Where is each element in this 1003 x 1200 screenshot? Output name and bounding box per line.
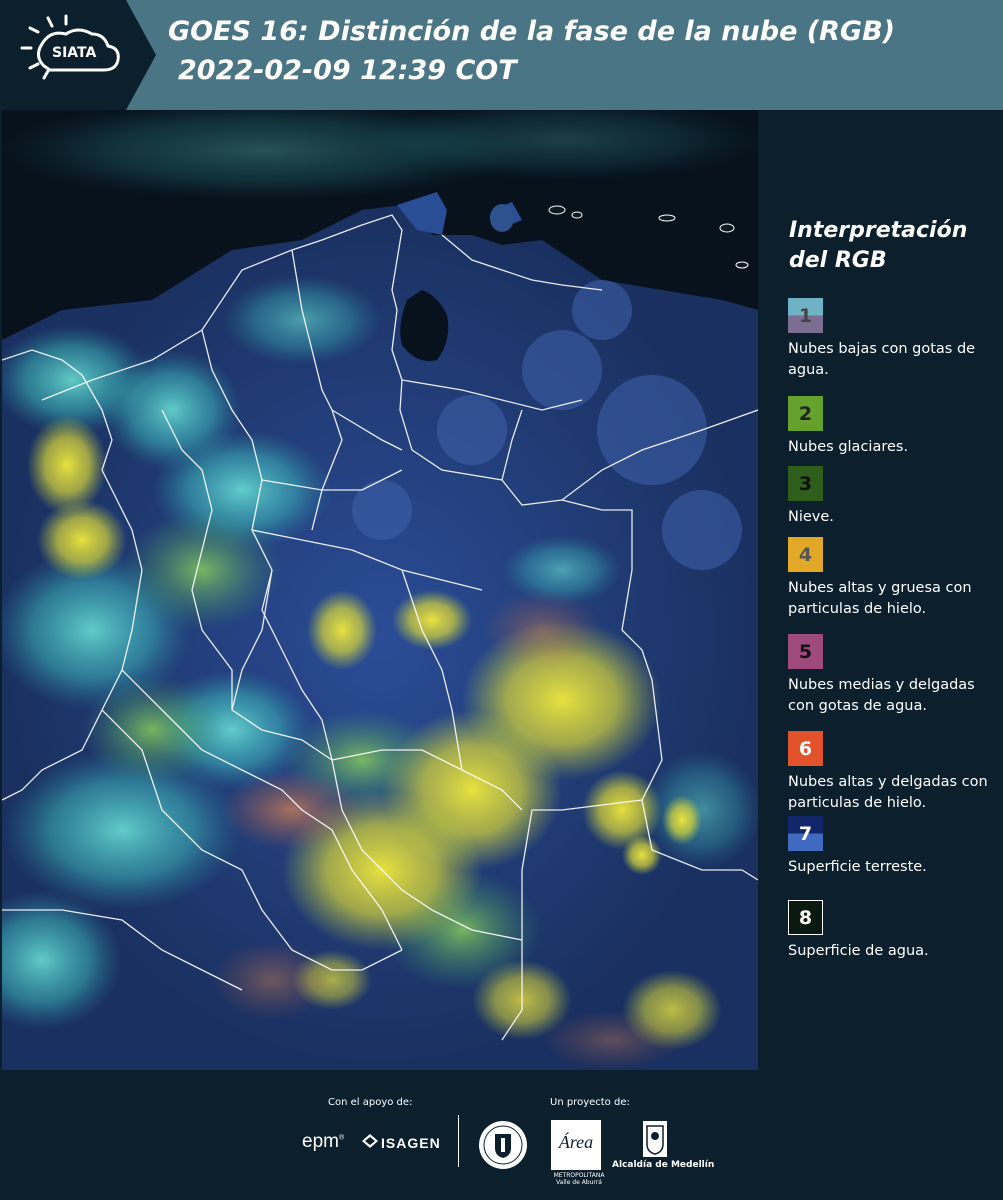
legend-panel: Interpretación del RGB 1 Nubes bajas con … bbox=[760, 110, 1003, 1070]
satellite-image bbox=[2, 110, 758, 1070]
header-banner: SIATA GOES 16: Distinción de la fase de … bbox=[0, 0, 1003, 110]
legend-swatch-5: 5 bbox=[788, 634, 823, 669]
legend-item-2: 2 Nubes glaciares. bbox=[788, 396, 1000, 458]
legend-label: Superficie terreste. bbox=[788, 859, 927, 875]
legend-swatch-2: 2 bbox=[788, 396, 823, 431]
legend-swatch-8: 8 bbox=[788, 900, 823, 935]
legend-number: 6 bbox=[798, 737, 813, 760]
medellin-seal-icon bbox=[478, 1120, 528, 1174]
legend-item-4: 4 Nubes altas y gruesa con particulas de … bbox=[788, 537, 1000, 620]
legend-title: Interpretación del RGB bbox=[789, 216, 989, 276]
legend-item-6: 6 Nubes altas y delgadas con particulas d… bbox=[788, 731, 1000, 814]
alcaldia-shield-icon bbox=[642, 1120, 668, 1162]
siata-logo: SIATA bbox=[0, 0, 156, 110]
legend-label: Nubes altas y gruesa con particulas de h… bbox=[788, 580, 972, 617]
legend-number: 5 bbox=[798, 640, 813, 663]
legend-item-7: 7 Superficie terreste. bbox=[788, 816, 1000, 878]
satellite-map bbox=[2, 110, 758, 1070]
support-label: Con el apoyo de: bbox=[328, 1097, 413, 1108]
legend-title-line1: Interpretación bbox=[789, 218, 968, 243]
legend-number: 3 bbox=[798, 472, 813, 495]
alcaldia-text: Alcaldía de Medellín bbox=[612, 1160, 715, 1170]
area-logo-text: Área bbox=[558, 1132, 594, 1152]
legend-number: 1 bbox=[798, 304, 813, 327]
legend-number: 8 bbox=[798, 906, 813, 929]
legend-label: Superficie de agua. bbox=[788, 943, 929, 959]
legend-swatch-7: 7 bbox=[788, 816, 823, 851]
legend-number: 4 bbox=[798, 543, 813, 566]
legend-item-8: 8 Superficie de agua. bbox=[788, 900, 1000, 962]
legend-number: 7 bbox=[798, 822, 813, 845]
legend-swatch-6: 6 bbox=[788, 731, 823, 766]
legend-label: Nieve. bbox=[788, 509, 834, 525]
legend-item-1: 1 Nubes bajas con gotas de agua. bbox=[788, 298, 1000, 381]
legend-number: 2 bbox=[798, 402, 813, 425]
legend-swatch-1: 1 bbox=[788, 298, 823, 333]
legend-item-5: 5 Nubes medias y delgadas con gotas de ag… bbox=[788, 634, 1000, 717]
page-title: GOES 16: Distinción de la fase de la nub… bbox=[168, 16, 895, 47]
legend-label: Nubes altas y delgadas con particulas de… bbox=[788, 774, 988, 811]
page-timestamp: 2022-02-09 12:39 COT bbox=[178, 55, 517, 86]
isagen-icon bbox=[362, 1134, 378, 1151]
area-metropolitana-caption: METROPOLITANA Valle de Aburrá bbox=[549, 1172, 609, 1186]
legend-label: Nubes medias y delgadas con gotas de agu… bbox=[788, 677, 975, 714]
legend-swatch-3: 3 bbox=[788, 466, 823, 501]
area-caption-line1: METROPOLITANA bbox=[553, 1172, 605, 1179]
project-label: Un proyecto de: bbox=[550, 1097, 630, 1108]
isagen-logo: ISAGEN bbox=[362, 1134, 441, 1151]
area-caption-line2: Valle de Aburrá bbox=[556, 1179, 602, 1186]
footer: Con el apoyo de: Un proyecto de: epm® IS… bbox=[0, 1070, 1003, 1200]
siata-logo-text: SIATA bbox=[52, 45, 97, 61]
epm-logo: epm® bbox=[302, 1131, 345, 1152]
footer-divider bbox=[458, 1115, 459, 1167]
legend-label: Nubes glaciares. bbox=[788, 439, 909, 455]
area-metropolitana-logo: Área bbox=[551, 1120, 601, 1170]
legend-swatch-4: 4 bbox=[788, 537, 823, 572]
epm-logo-text: epm bbox=[302, 1131, 339, 1152]
isagen-logo-text: ISAGEN bbox=[381, 1135, 441, 1151]
legend-label: Nubes bajas con gotas de agua. bbox=[788, 341, 976, 378]
legend-title-line2: del RGB bbox=[789, 248, 887, 273]
legend-item-3: 3 Nieve. bbox=[788, 466, 1000, 528]
